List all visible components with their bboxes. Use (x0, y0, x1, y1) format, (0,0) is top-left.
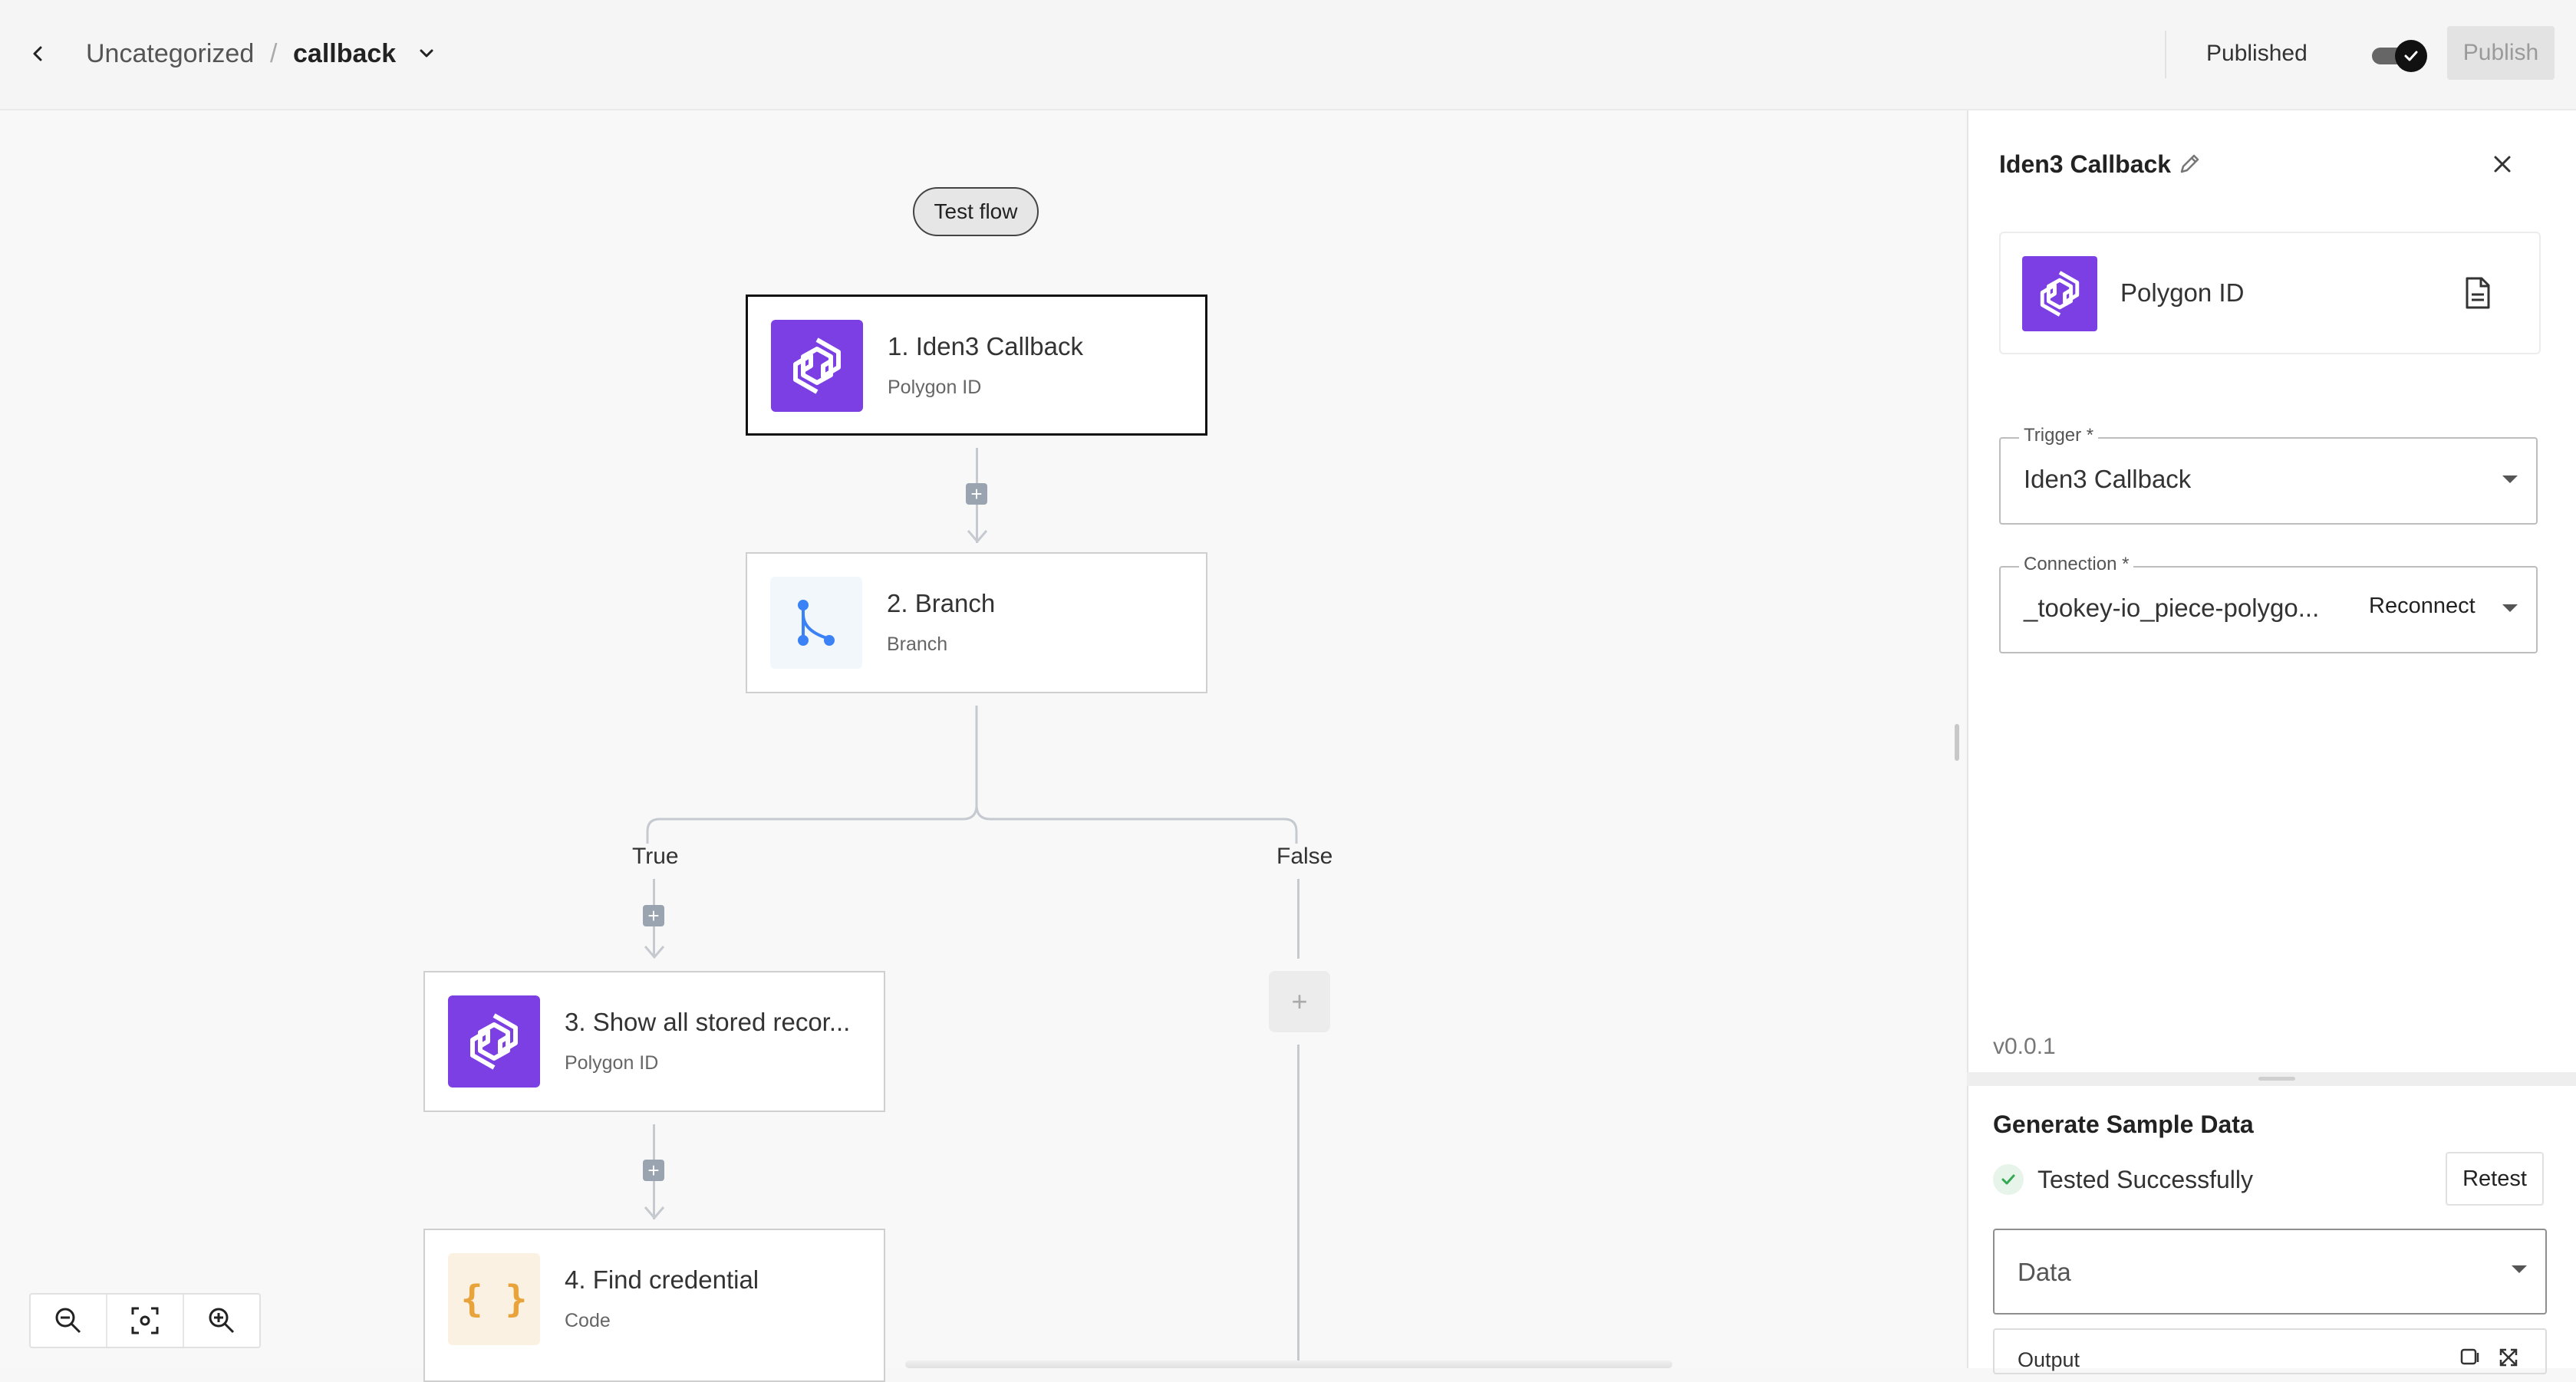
expand-icon[interactable] (2498, 1347, 2519, 1368)
connection-select[interactable]: Connection * _tookey-io_piece-polygo... … (1999, 554, 2538, 653)
add-step-false-button[interactable]: + (1269, 971, 1330, 1032)
sample-data-title: Generate Sample Data (1993, 1111, 2254, 1138)
reconnect-button[interactable]: Reconnect (2369, 594, 2476, 619)
piece-version: v0.0.1 (1993, 1034, 2056, 1059)
add-step-button[interactable]: + (643, 905, 664, 926)
bottom-shadow (905, 1361, 1672, 1368)
trigger-label: Trigger * (2019, 425, 2099, 446)
node-title: 4. Find credential (565, 1265, 759, 1294)
chevron-down-icon (420, 49, 433, 58)
connector-line (1297, 1045, 1300, 1368)
piece-name: Polygon ID (2120, 278, 2245, 307)
flow-menu-button[interactable] (411, 37, 442, 71)
node-title: 1. Iden3 Callback (888, 332, 1083, 360)
output-label: Output (2018, 1348, 2080, 1371)
node-title: 2. Branch (887, 589, 996, 617)
flow-node-polygon-action[interactable]: 3. Show all stored recor... Polygon ID (423, 971, 885, 1112)
arrow-down-icon (644, 1206, 665, 1220)
node-subtitle: Code (565, 1310, 611, 1331)
branch-true-label: True (629, 844, 682, 870)
caret-down-icon (2512, 1265, 2527, 1273)
expand-glyph (2499, 1348, 2518, 1367)
connector-line (1297, 879, 1300, 959)
branch-icon (770, 577, 862, 669)
trigger-value: Iden3 Callback (2024, 465, 2192, 493)
add-step-button[interactable]: + (966, 483, 987, 505)
copy-icon[interactable] (2459, 1347, 2481, 1367)
connection-label: Connection * (2019, 554, 2134, 575)
branch-false-label: False (1273, 844, 1336, 870)
publish-button[interactable]: Publish (2447, 26, 2555, 80)
pencil-icon[interactable] (2177, 152, 2202, 176)
panel-resize-handle[interactable] (1955, 724, 1959, 761)
branch-glyph (798, 600, 835, 646)
success-check-icon (1993, 1164, 2024, 1195)
test-flow-button[interactable]: Test flow (913, 187, 1039, 236)
flow-name[interactable]: callback (293, 37, 396, 71)
sample-data-select[interactable]: Data (1993, 1229, 2547, 1315)
close-icon (2494, 156, 2511, 173)
add-step-button[interactable]: + (643, 1160, 664, 1181)
zoom-in-icon (209, 1308, 235, 1334)
flow-node-code[interactable]: { } 4. Find credential Code (423, 1229, 885, 1382)
publish-toggle[interactable] (2372, 40, 2427, 72)
polygon-id-icon (771, 320, 863, 412)
test-status: Tested Successfully (2037, 1166, 2254, 1193)
chevron-left-icon (33, 46, 42, 61)
check-glyph (2001, 1174, 2015, 1185)
document-icon[interactable] (2462, 276, 2493, 310)
trigger-select[interactable]: Trigger * Iden3 Callback (1999, 425, 2538, 525)
header-divider (2165, 31, 2166, 78)
arrow-down-icon (644, 946, 665, 959)
arrow-down-icon (967, 530, 988, 544)
polygon-id-logo (470, 1013, 518, 1070)
breadcrumb-folder[interactable]: Uncategorized (86, 37, 254, 71)
flow-node-trigger[interactable]: 1. Iden3 Callback Polygon ID (746, 294, 1207, 436)
polygon-id-logo (793, 337, 841, 394)
back-button[interactable] (21, 37, 55, 71)
node-subtitle: Branch (887, 633, 948, 655)
connection-value: _tookey-io_piece-polygo... (2024, 594, 2320, 622)
fit-view-icon (131, 1307, 159, 1334)
published-label: Published (2206, 41, 2308, 66)
caret-down-icon (2502, 475, 2518, 483)
check-icon (2404, 51, 2418, 61)
zoom-in-button[interactable] (184, 1295, 259, 1347)
close-panel-button[interactable] (2487, 149, 2518, 179)
code-glyph: { } (460, 1278, 528, 1321)
zoom-controls (29, 1293, 261, 1348)
pencil-glyph (2180, 154, 2199, 173)
data-select-value: Data (2018, 1258, 2071, 1286)
flow-node-branch[interactable]: 2. Branch Branch (746, 552, 1207, 693)
splitter-grip (2258, 1077, 2295, 1081)
polygon-id-logo (2040, 271, 2080, 317)
copy-glyph (2460, 1348, 2479, 1365)
node-subtitle: Polygon ID (888, 377, 982, 398)
polygon-id-icon (448, 995, 540, 1088)
branch-connector (646, 706, 1298, 851)
code-icon: { } (448, 1253, 540, 1345)
caret-down-icon (2502, 604, 2518, 612)
toggle-knob (2395, 40, 2427, 72)
document-glyph (2466, 277, 2490, 309)
fit-view-button[interactable] (107, 1295, 184, 1347)
node-title: 3. Show all stored recor... (565, 1008, 851, 1036)
zoom-out-icon (55, 1308, 81, 1334)
polygon-id-icon (2022, 256, 2097, 331)
node-subtitle: Polygon ID (565, 1052, 659, 1074)
breadcrumb-separator: / (270, 39, 278, 68)
panel-title[interactable]: Iden3 Callback (1999, 149, 2171, 179)
zoom-out-button[interactable] (31, 1295, 107, 1347)
retest-button[interactable]: Retest (2446, 1152, 2544, 1206)
